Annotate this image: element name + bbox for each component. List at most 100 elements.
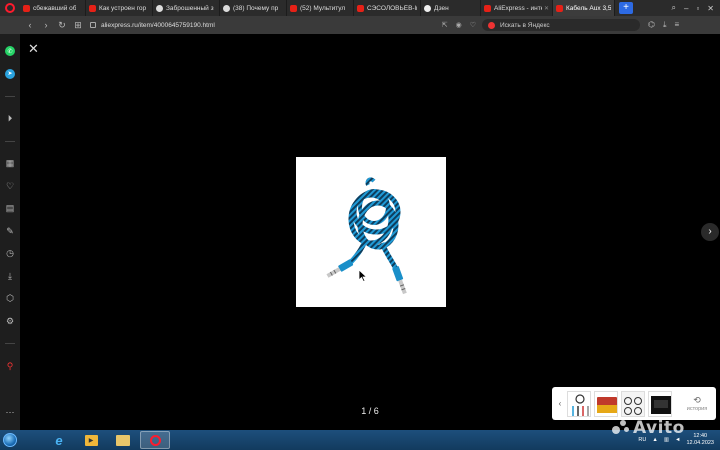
start-button[interactable] xyxy=(0,430,20,450)
taskbar-explorer[interactable] xyxy=(108,431,138,449)
back-icon[interactable]: ‹ xyxy=(22,20,38,30)
location-button[interactable]: ⚲ xyxy=(0,355,20,378)
taskbar-ie[interactable]: e xyxy=(44,431,74,449)
location-icon: ⚲ xyxy=(6,360,14,371)
toolbar-extensions: ⌬ ⤓ ≡ xyxy=(648,20,685,30)
tab-label: Кабель Aux 3,5 xyxy=(566,4,611,12)
heart-icon: ♡ xyxy=(5,180,15,191)
clock[interactable]: 12:40 12.04.2023 xyxy=(686,433,714,447)
share-icon[interactable]: ⇱ xyxy=(442,21,448,29)
avito-logo-icon xyxy=(612,420,630,434)
tab-grid-icon[interactable]: ⊞ xyxy=(70,20,86,31)
grid-icon: ▦ xyxy=(5,158,15,169)
tab-5[interactable]: (52) Мультитул xyxy=(287,0,354,16)
close-window-icon[interactable]: ✕ xyxy=(707,4,714,13)
thumbnail-4[interactable] xyxy=(648,390,672,417)
tab-label: AliExpress - инте xyxy=(494,4,542,12)
bookmark-icon[interactable]: ♡ xyxy=(470,21,476,29)
url-field[interactable]: aliexpress.ru/item/4000645759190.html ⇱ … xyxy=(90,19,482,32)
telegram-button[interactable]: ➤ xyxy=(0,63,20,86)
thumbnail-3[interactable] xyxy=(621,390,645,417)
taskbar-media-player[interactable]: ▶ xyxy=(76,431,106,449)
easy-setup-icon[interactable]: ≡ xyxy=(675,20,680,30)
yandex-search-input[interactable]: Искать в Яндекс xyxy=(482,19,640,31)
divider xyxy=(0,333,20,356)
history-label: история xyxy=(686,406,708,412)
youtube-icon xyxy=(357,4,364,12)
sidebar: ✆ ➤ ⏵ ▦ ♡ ▤ ✎ ◷ ⤓ ⬡ ⚙ ⚲ ⋯ xyxy=(0,34,20,430)
close-tab-icon[interactable]: ✕ xyxy=(542,5,549,12)
whatsapp-button[interactable]: ✆ xyxy=(0,40,20,63)
telegram-icon: ➤ xyxy=(5,68,15,79)
tab-9[interactable]: Кабель Aux 3,5 xyxy=(553,0,615,16)
downloads-button[interactable]: ⤓ xyxy=(0,265,20,288)
close-viewer-button[interactable]: ✕ xyxy=(28,42,39,55)
aliexpress-icon xyxy=(484,4,491,12)
thumbnail-2[interactable] xyxy=(594,390,618,417)
history-button[interactable]: ⟲ история xyxy=(679,390,715,418)
tab-6[interactable]: СЭСОЛОВЬЁВ-lr xyxy=(354,0,421,16)
tab-4[interactable]: (38) Почему пр xyxy=(220,0,287,16)
clock-icon: ◷ xyxy=(6,248,14,259)
avito-watermark: Avito xyxy=(612,418,685,438)
tab-3[interactable]: Заброшенный з xyxy=(153,0,220,16)
tab-7[interactable]: Дзен xyxy=(421,0,481,16)
taskbar-opera[interactable] xyxy=(140,431,170,449)
speed-dial-button[interactable]: ▦ xyxy=(0,153,20,176)
reload-icon[interactable]: ↻ xyxy=(54,20,70,31)
aliexpress-icon xyxy=(556,4,563,12)
thumbnail-1[interactable] xyxy=(567,390,591,417)
tab-1[interactable]: сбежавший об xyxy=(20,0,86,16)
minimize-icon[interactable]: – xyxy=(684,4,688,13)
player-button[interactable]: ⏵ xyxy=(0,108,20,131)
youtube-icon xyxy=(23,4,30,12)
thumbs-prev-button[interactable]: ‹ xyxy=(556,399,564,408)
tab-2[interactable]: Как устроен гор xyxy=(86,0,153,16)
pinboard-button[interactable]: ✎ xyxy=(0,220,20,243)
settings-button[interactable]: ⚙ xyxy=(0,310,20,333)
thumb-box-image xyxy=(649,391,671,416)
internet-explorer-icon: e xyxy=(55,432,63,448)
yandex-icon xyxy=(488,21,495,29)
news-button[interactable]: ▤ xyxy=(0,198,20,221)
history-button[interactable]: ◷ xyxy=(0,243,20,266)
mouse-cursor-icon xyxy=(359,270,367,282)
tab-label: (38) Почему пр xyxy=(233,4,279,12)
thumb-memory-card-image xyxy=(595,391,617,416)
zen-icon xyxy=(424,4,431,12)
extensions-button[interactable]: ⬡ xyxy=(0,288,20,311)
search-tabs-icon[interactable]: ⌕ xyxy=(672,3,676,13)
product-image[interactable] xyxy=(296,157,446,307)
new-tab-button[interactable]: + xyxy=(619,2,633,14)
url-text: aliexpress.ru/item/4000645759190.html xyxy=(101,21,215,29)
media-player-icon: ▶ xyxy=(84,434,98,446)
tab-label: Заброшенный з xyxy=(166,4,214,12)
youtube-icon xyxy=(290,4,297,12)
windows-logo-icon xyxy=(3,433,17,447)
download-icon[interactable]: ⤓ xyxy=(663,20,667,30)
news-icon: ▤ xyxy=(5,203,15,214)
next-image-button[interactable]: › xyxy=(701,223,719,241)
divider xyxy=(0,130,20,153)
forward-icon[interactable]: › xyxy=(38,20,54,30)
opera-logo-icon xyxy=(5,3,15,13)
bookmarks-button[interactable]: ♡ xyxy=(0,175,20,198)
site-icon xyxy=(156,4,163,12)
pin-icon: ✎ xyxy=(6,225,14,236)
youtube-icon xyxy=(89,4,96,12)
history-icon: ⟲ xyxy=(693,395,701,405)
clock-time: 12:40 xyxy=(693,433,708,439)
opera-menu-button[interactable] xyxy=(0,0,20,16)
camera-icon[interactable]: ◉ xyxy=(456,21,462,29)
sidebar-more-button[interactable]: ⋯ xyxy=(0,402,20,425)
tab-8[interactable]: AliExpress - инте ✕ xyxy=(481,0,553,16)
aux-cable-image xyxy=(326,177,407,295)
vpn-icon[interactable]: ⌬ xyxy=(648,20,655,30)
thumb-cables-image xyxy=(568,391,590,416)
whatsapp-icon: ✆ xyxy=(5,46,15,57)
gear-icon: ⚙ xyxy=(5,315,15,326)
image-counter: 1 / 6 xyxy=(361,406,379,416)
maximize-icon[interactable]: ▫ xyxy=(696,4,699,13)
divider xyxy=(0,85,20,108)
opera-icon xyxy=(149,434,161,446)
